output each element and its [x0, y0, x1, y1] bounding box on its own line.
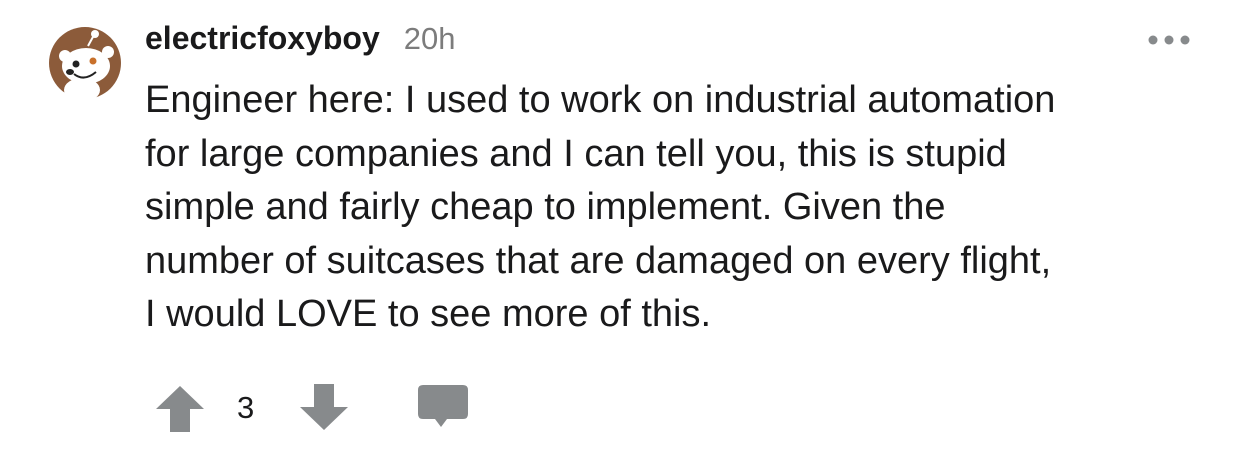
upvote-arrow-icon — [156, 386, 204, 432]
comment: electricfoxyboy 20h Engineer here: I use… — [0, 0, 1242, 462]
more-options-button[interactable] — [1146, 30, 1192, 50]
comment-bubble-icon — [418, 385, 468, 427]
upvote-button[interactable] — [154, 382, 206, 434]
comment-header: electricfoxyboy 20h — [145, 20, 456, 64]
avatar[interactable] — [48, 26, 122, 100]
vote-score: 3 — [237, 390, 255, 425]
downvote-arrow-icon — [300, 384, 348, 430]
reply-button[interactable] — [417, 384, 469, 436]
timestamp: 20h — [403, 21, 456, 56]
more-options-icon — [1148, 35, 1190, 45]
snoo-avatar-icon — [49, 27, 121, 100]
username[interactable]: electricfoxyboy — [145, 20, 380, 57]
downvote-button[interactable] — [298, 382, 350, 434]
comment-actions: 3 — [0, 380, 1242, 436]
comment-body: Engineer here: I used to work on industr… — [145, 79, 1056, 336]
